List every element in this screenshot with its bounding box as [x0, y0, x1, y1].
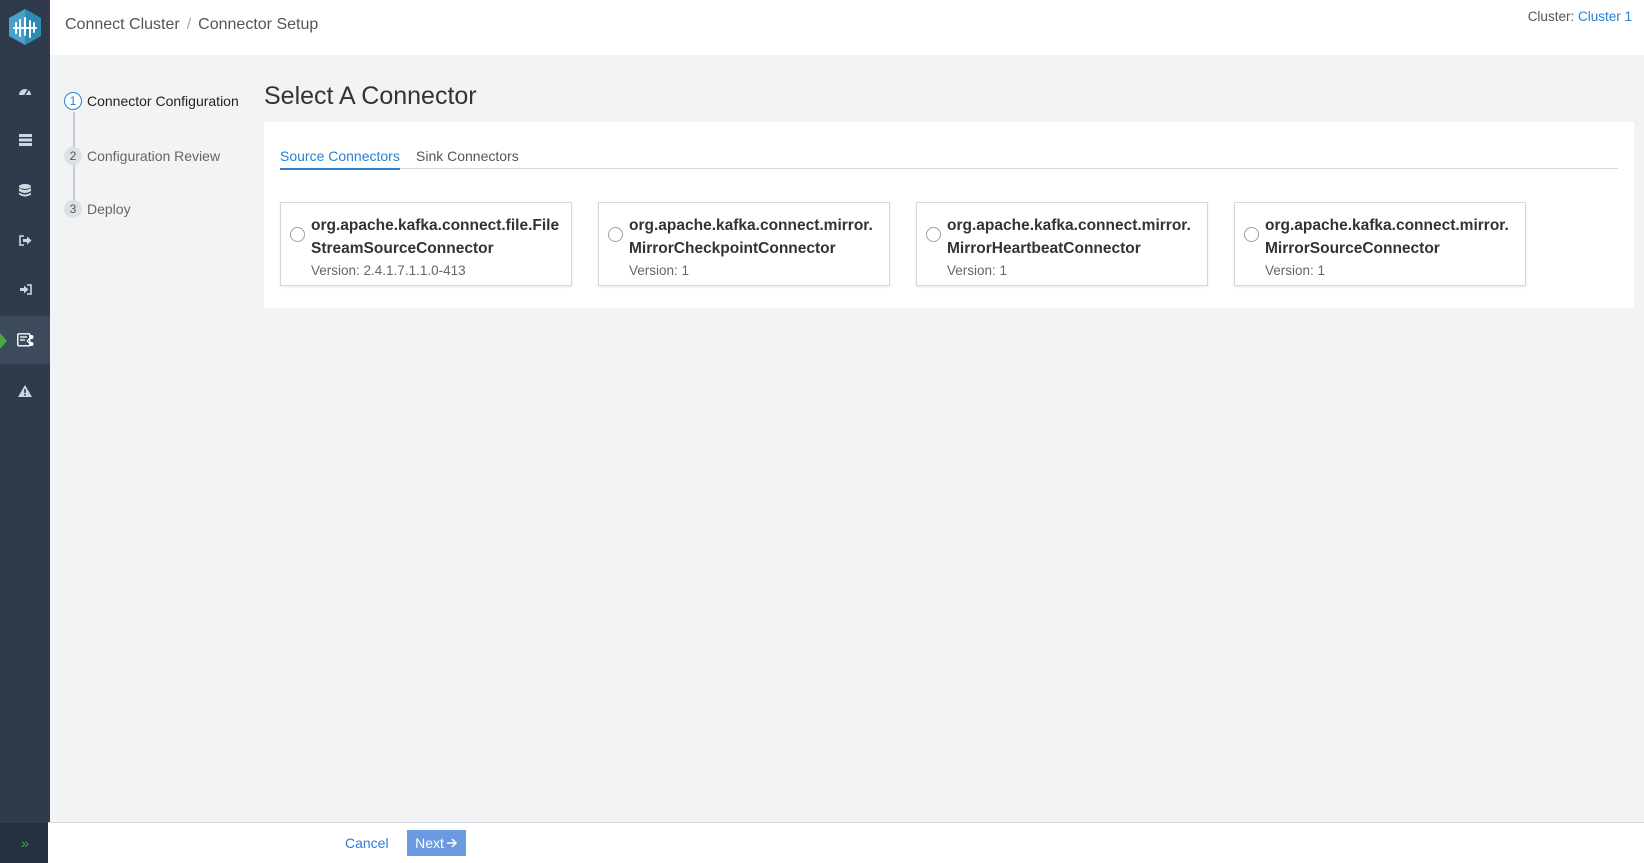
top-header: Connect Cluster / Connector Setup Cluster:… — [50, 0, 1644, 55]
nav-dashboard[interactable] — [0, 67, 50, 115]
breadcrumb: Connect Cluster / Connector Setup — [65, 16, 318, 34]
step-label: Connector Configuration — [87, 93, 239, 109]
connector-tabs: Source Connectors Sink Connectors — [280, 148, 1618, 170]
connector-radio[interactable] — [290, 227, 305, 242]
step-number: 1 — [64, 92, 82, 110]
dashboard-icon — [19, 89, 31, 96]
tab-sink-connectors[interactable]: Sink Connectors — [416, 148, 519, 168]
step-deploy[interactable]: 3 Deploy — [64, 200, 131, 218]
step-label: Configuration Review — [87, 148, 221, 164]
step-number: 2 — [64, 147, 82, 165]
connector-version: Version: 1 — [947, 263, 1008, 278]
footer-actions: Cancel Next — [48, 822, 1644, 863]
next-button-label: Next — [415, 835, 444, 851]
next-button[interactable]: Next — [407, 830, 466, 856]
connector-name: org.apache.kafka.connect.mirror.MirrorCh… — [629, 217, 873, 257]
step-label: Deploy — [87, 201, 131, 217]
nav-topics[interactable] — [0, 166, 50, 214]
tab-source-connectors[interactable]: Source Connectors — [280, 148, 400, 170]
active-nav-marker — [0, 333, 7, 349]
arrow-right-icon — [446, 838, 457, 848]
connector-version: Version: 1 — [1265, 263, 1326, 278]
producers-icon — [18, 234, 31, 246]
connector-card[interactable]: org.apache.kafka.connect.mirror.MirrorCh… — [598, 202, 890, 286]
cluster-indicator: Cluster: Cluster 1 — [1528, 9, 1632, 24]
alerts-icon — [18, 385, 32, 397]
app-logo[interactable] — [7, 8, 43, 46]
connector-radio[interactable] — [1244, 227, 1259, 242]
topics-icon — [19, 183, 31, 196]
nav-consumers[interactable] — [0, 265, 50, 313]
step-configuration-review[interactable]: 2 Configuration Review — [64, 147, 220, 165]
sidebar-expand-button[interactable]: » — [0, 823, 50, 863]
consumers-icon — [19, 283, 32, 295]
breadcrumb-connector-setup: Connector Setup — [198, 16, 319, 33]
sidebar: » — [0, 0, 50, 863]
step-connector-configuration[interactable]: 1 Connector Configuration — [64, 92, 239, 110]
connect-icon — [16, 333, 33, 347]
connector-card[interactable]: org.apache.kafka.connect.mirror.MirrorSo… — [1234, 202, 1526, 286]
connector-card[interactable]: org.apache.kafka.connect.mirror.MirrorHe… — [916, 202, 1208, 286]
connector-card[interactable]: org.apache.kafka.connect.file.FileStream… — [280, 202, 572, 286]
brokers-icon — [18, 134, 32, 146]
cluster-label: Cluster: — [1527, 9, 1575, 24]
nav-producers[interactable] — [0, 216, 50, 264]
connector-radio[interactable] — [926, 227, 941, 242]
step-number: 3 — [64, 200, 82, 218]
cancel-button[interactable]: Cancel — [345, 835, 389, 851]
breadcrumb-separator: / — [186, 16, 192, 33]
connector-name: org.apache.kafka.connect.mirror.MirrorHe… — [947, 217, 1191, 257]
connector-version: Version: 2.4.1.7.1.1.0-413 — [311, 263, 466, 278]
breadcrumb-connect-cluster[interactable]: Connect Cluster — [65, 16, 180, 33]
cluster-link[interactable]: Cluster 1 — [1578, 9, 1632, 24]
connector-version: Version: 1 — [629, 263, 690, 278]
nav-connect[interactable] — [0, 316, 50, 364]
connector-name: org.apache.kafka.connect.file.FileStream… — [311, 217, 560, 257]
connector-radio[interactable] — [608, 227, 623, 242]
nav-brokers[interactable] — [0, 116, 50, 164]
connector-name: org.apache.kafka.connect.mirror.MirrorSo… — [1265, 217, 1509, 257]
nav-alerts[interactable] — [0, 367, 50, 415]
page-title: Select A Connector — [264, 82, 477, 110]
connector-panel: Source Connectors Sink Connectors org.ap… — [264, 122, 1634, 308]
double-chevron-right-icon: » — [21, 835, 29, 851]
